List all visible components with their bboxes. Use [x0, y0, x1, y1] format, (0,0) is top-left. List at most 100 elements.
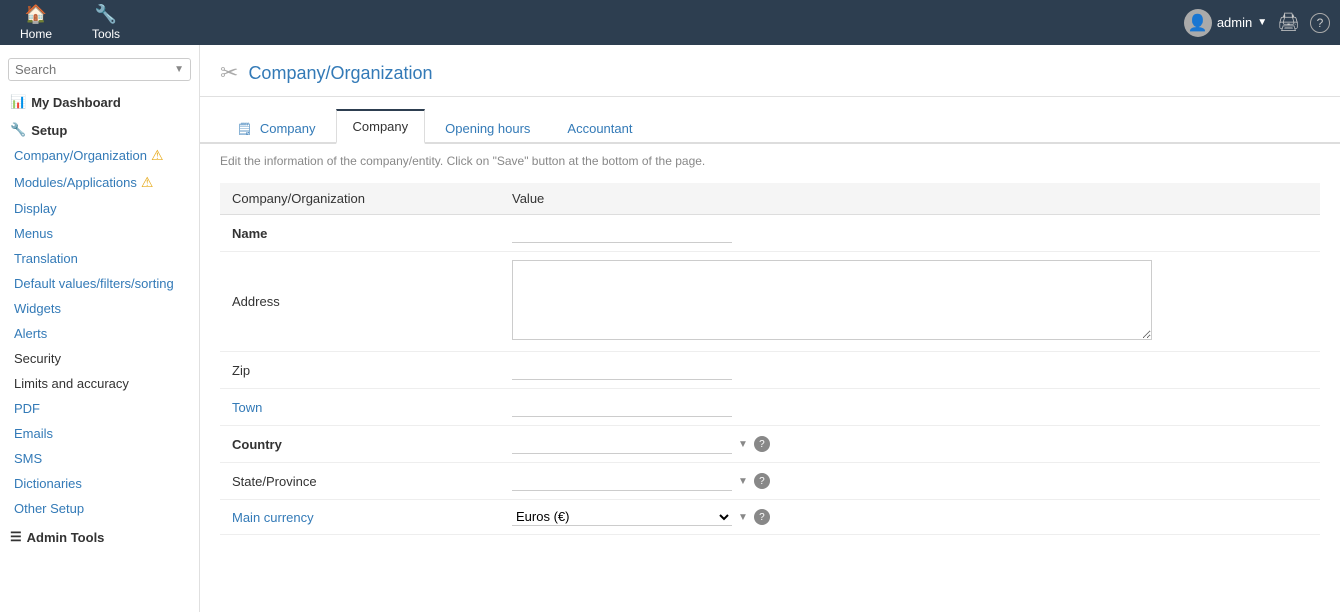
main-layout: ▼ 📊 My Dashboard 🔧 Setup Company/Organiz…: [0, 45, 1340, 612]
sidebar-item-translation[interactable]: Translation: [0, 246, 199, 271]
setup-label: Setup: [31, 123, 67, 138]
sidebar-item-modules-applications[interactable]: Modules/Applications ⚠: [0, 169, 199, 196]
state-select-wrapper: ▼ ?: [512, 471, 1308, 491]
pdf-label: PDF: [14, 401, 40, 416]
name-input[interactable]: [512, 223, 732, 243]
state-help-icon[interactable]: ?: [754, 473, 770, 489]
field-value-town: [500, 389, 1320, 426]
form-table: Company/Organization Value Name Address: [220, 183, 1320, 535]
translation-label: Translation: [14, 251, 78, 266]
field-label-town: Town: [220, 389, 500, 426]
page-title: Company/Organization: [248, 63, 432, 84]
tab-company-list[interactable]: 🗒 Company: [220, 112, 333, 144]
currency-dropdown-icon: ▼: [738, 512, 748, 523]
table-header-row: Company/Organization Value: [220, 183, 1320, 215]
nav-tools-label: Tools: [92, 27, 120, 41]
search-box: ▼: [8, 58, 191, 81]
setup-icon: 🔧: [10, 122, 26, 138]
nav-home[interactable]: 🏠 Home: [10, 0, 62, 46]
sms-label: SMS: [14, 451, 42, 466]
sidebar-item-alerts[interactable]: Alerts: [0, 321, 199, 346]
sidebar-my-dashboard[interactable]: 📊 My Dashboard: [0, 86, 199, 114]
currency-help-icon[interactable]: ?: [754, 509, 770, 525]
table-row-name: Name: [220, 215, 1320, 252]
sidebar-item-security[interactable]: Security: [0, 346, 199, 371]
address-input[interactable]: [512, 260, 1152, 340]
tab-accountant-label: Accountant: [567, 121, 632, 136]
search-dropdown-icon[interactable]: ▼: [174, 64, 184, 75]
currency-select-wrapper: Euros (€) ▼ ?: [512, 508, 1308, 526]
chevron-down-icon: ▼: [1257, 17, 1267, 28]
sidebar-item-menus[interactable]: Menus: [0, 221, 199, 246]
table-row-country: Country ▼ ?: [220, 426, 1320, 463]
avatar-icon: 👤: [1188, 13, 1208, 33]
field-value-name: [500, 215, 1320, 252]
field-label-state-province: State/Province: [220, 463, 500, 500]
home-icon: 🏠: [25, 4, 47, 25]
tab-accountant[interactable]: Accountant: [550, 112, 649, 144]
table-row-address: Address: [220, 252, 1320, 352]
sidebar-item-pdf[interactable]: PDF: [0, 396, 199, 421]
admin-tools-icon: ☰: [10, 529, 22, 545]
col-header-value: Value: [500, 183, 1320, 215]
tab-company-form-label: Company: [353, 119, 409, 134]
zip-input[interactable]: [512, 360, 732, 380]
user-menu[interactable]: 👤 admin ▼: [1184, 9, 1267, 37]
field-value-address: [500, 252, 1320, 352]
sidebar-item-sms[interactable]: SMS: [0, 446, 199, 471]
search-input[interactable]: [15, 62, 174, 77]
sidebar-item-widgets[interactable]: Widgets: [0, 296, 199, 321]
security-label: Security: [14, 351, 61, 366]
country-select-wrapper: ▼ ?: [512, 434, 1308, 454]
field-label-main-currency: Main currency: [220, 500, 500, 535]
help-icon[interactable]: ?: [1310, 13, 1330, 33]
table-row-zip: Zip: [220, 352, 1320, 389]
state-select[interactable]: [512, 471, 732, 491]
warn-icon-2: ⚠: [141, 174, 154, 191]
tab-company-list-label: Company: [260, 121, 316, 136]
sidebar-item-display[interactable]: Display: [0, 196, 199, 221]
currency-select[interactable]: Euros (€): [512, 508, 732, 526]
top-navigation: 🏠 Home 🔧 Tools 👤 admin ▼ 🖨 ?: [0, 0, 1340, 45]
emails-label: Emails: [14, 426, 53, 441]
warn-icon: ⚠: [151, 147, 164, 164]
sidebar-admin-tools-header[interactable]: ☰ Admin Tools: [0, 521, 199, 549]
field-label-address: Address: [220, 252, 500, 352]
alerts-label: Alerts: [14, 326, 47, 341]
limits-accuracy-label: Limits and accuracy: [14, 376, 129, 391]
widgets-label: Widgets: [14, 301, 61, 316]
sidebar: ▼ 📊 My Dashboard 🔧 Setup Company/Organiz…: [0, 45, 200, 612]
country-select[interactable]: [512, 434, 732, 454]
town-input[interactable]: [512, 397, 732, 417]
admin-tools-label: Admin Tools: [27, 530, 105, 545]
field-value-state-province: ▼ ?: [500, 463, 1320, 500]
modules-label: Modules/Applications: [14, 175, 137, 190]
tab-company-form[interactable]: Company: [336, 109, 426, 144]
nav-tools[interactable]: 🔧 Tools: [82, 0, 130, 46]
company-org-label: Company/Organization: [14, 148, 147, 163]
dashboard-label: My Dashboard: [31, 95, 121, 110]
sidebar-item-emails[interactable]: Emails: [0, 421, 199, 446]
username-label: admin: [1217, 15, 1252, 30]
country-dropdown-icon: ▼: [738, 439, 748, 450]
printer-icon[interactable]: 🖨: [1277, 12, 1300, 33]
main-content: ✂ Company/Organization 🗒 Company Company…: [200, 45, 1340, 612]
sidebar-item-company-organization[interactable]: Company/Organization ⚠: [0, 142, 199, 169]
nav-home-label: Home: [20, 27, 52, 41]
nav-right: 👤 admin ▼ 🖨 ?: [1184, 9, 1330, 37]
country-help-icon[interactable]: ?: [754, 436, 770, 452]
field-label-country: Country: [220, 426, 500, 463]
sidebar-item-default-values[interactable]: Default values/filters/sorting: [0, 271, 199, 296]
table-row-town: Town: [220, 389, 1320, 426]
page-header-icon: ✂: [220, 60, 238, 86]
field-value-main-currency: Euros (€) ▼ ?: [500, 500, 1320, 535]
table-row-state-province: State/Province ▼ ?: [220, 463, 1320, 500]
tab-icon-list: 🗒: [237, 122, 252, 136]
sidebar-item-limits-accuracy[interactable]: Limits and accuracy: [0, 371, 199, 396]
sidebar-setup-header: 🔧 Setup: [0, 114, 199, 142]
tab-opening-hours[interactable]: Opening hours: [428, 112, 547, 144]
other-setup-label: Other Setup: [14, 501, 84, 516]
sidebar-item-other-setup[interactable]: Other Setup: [0, 496, 199, 521]
sidebar-item-dictionaries[interactable]: Dictionaries: [0, 471, 199, 496]
default-values-label: Default values/filters/sorting: [14, 276, 174, 291]
